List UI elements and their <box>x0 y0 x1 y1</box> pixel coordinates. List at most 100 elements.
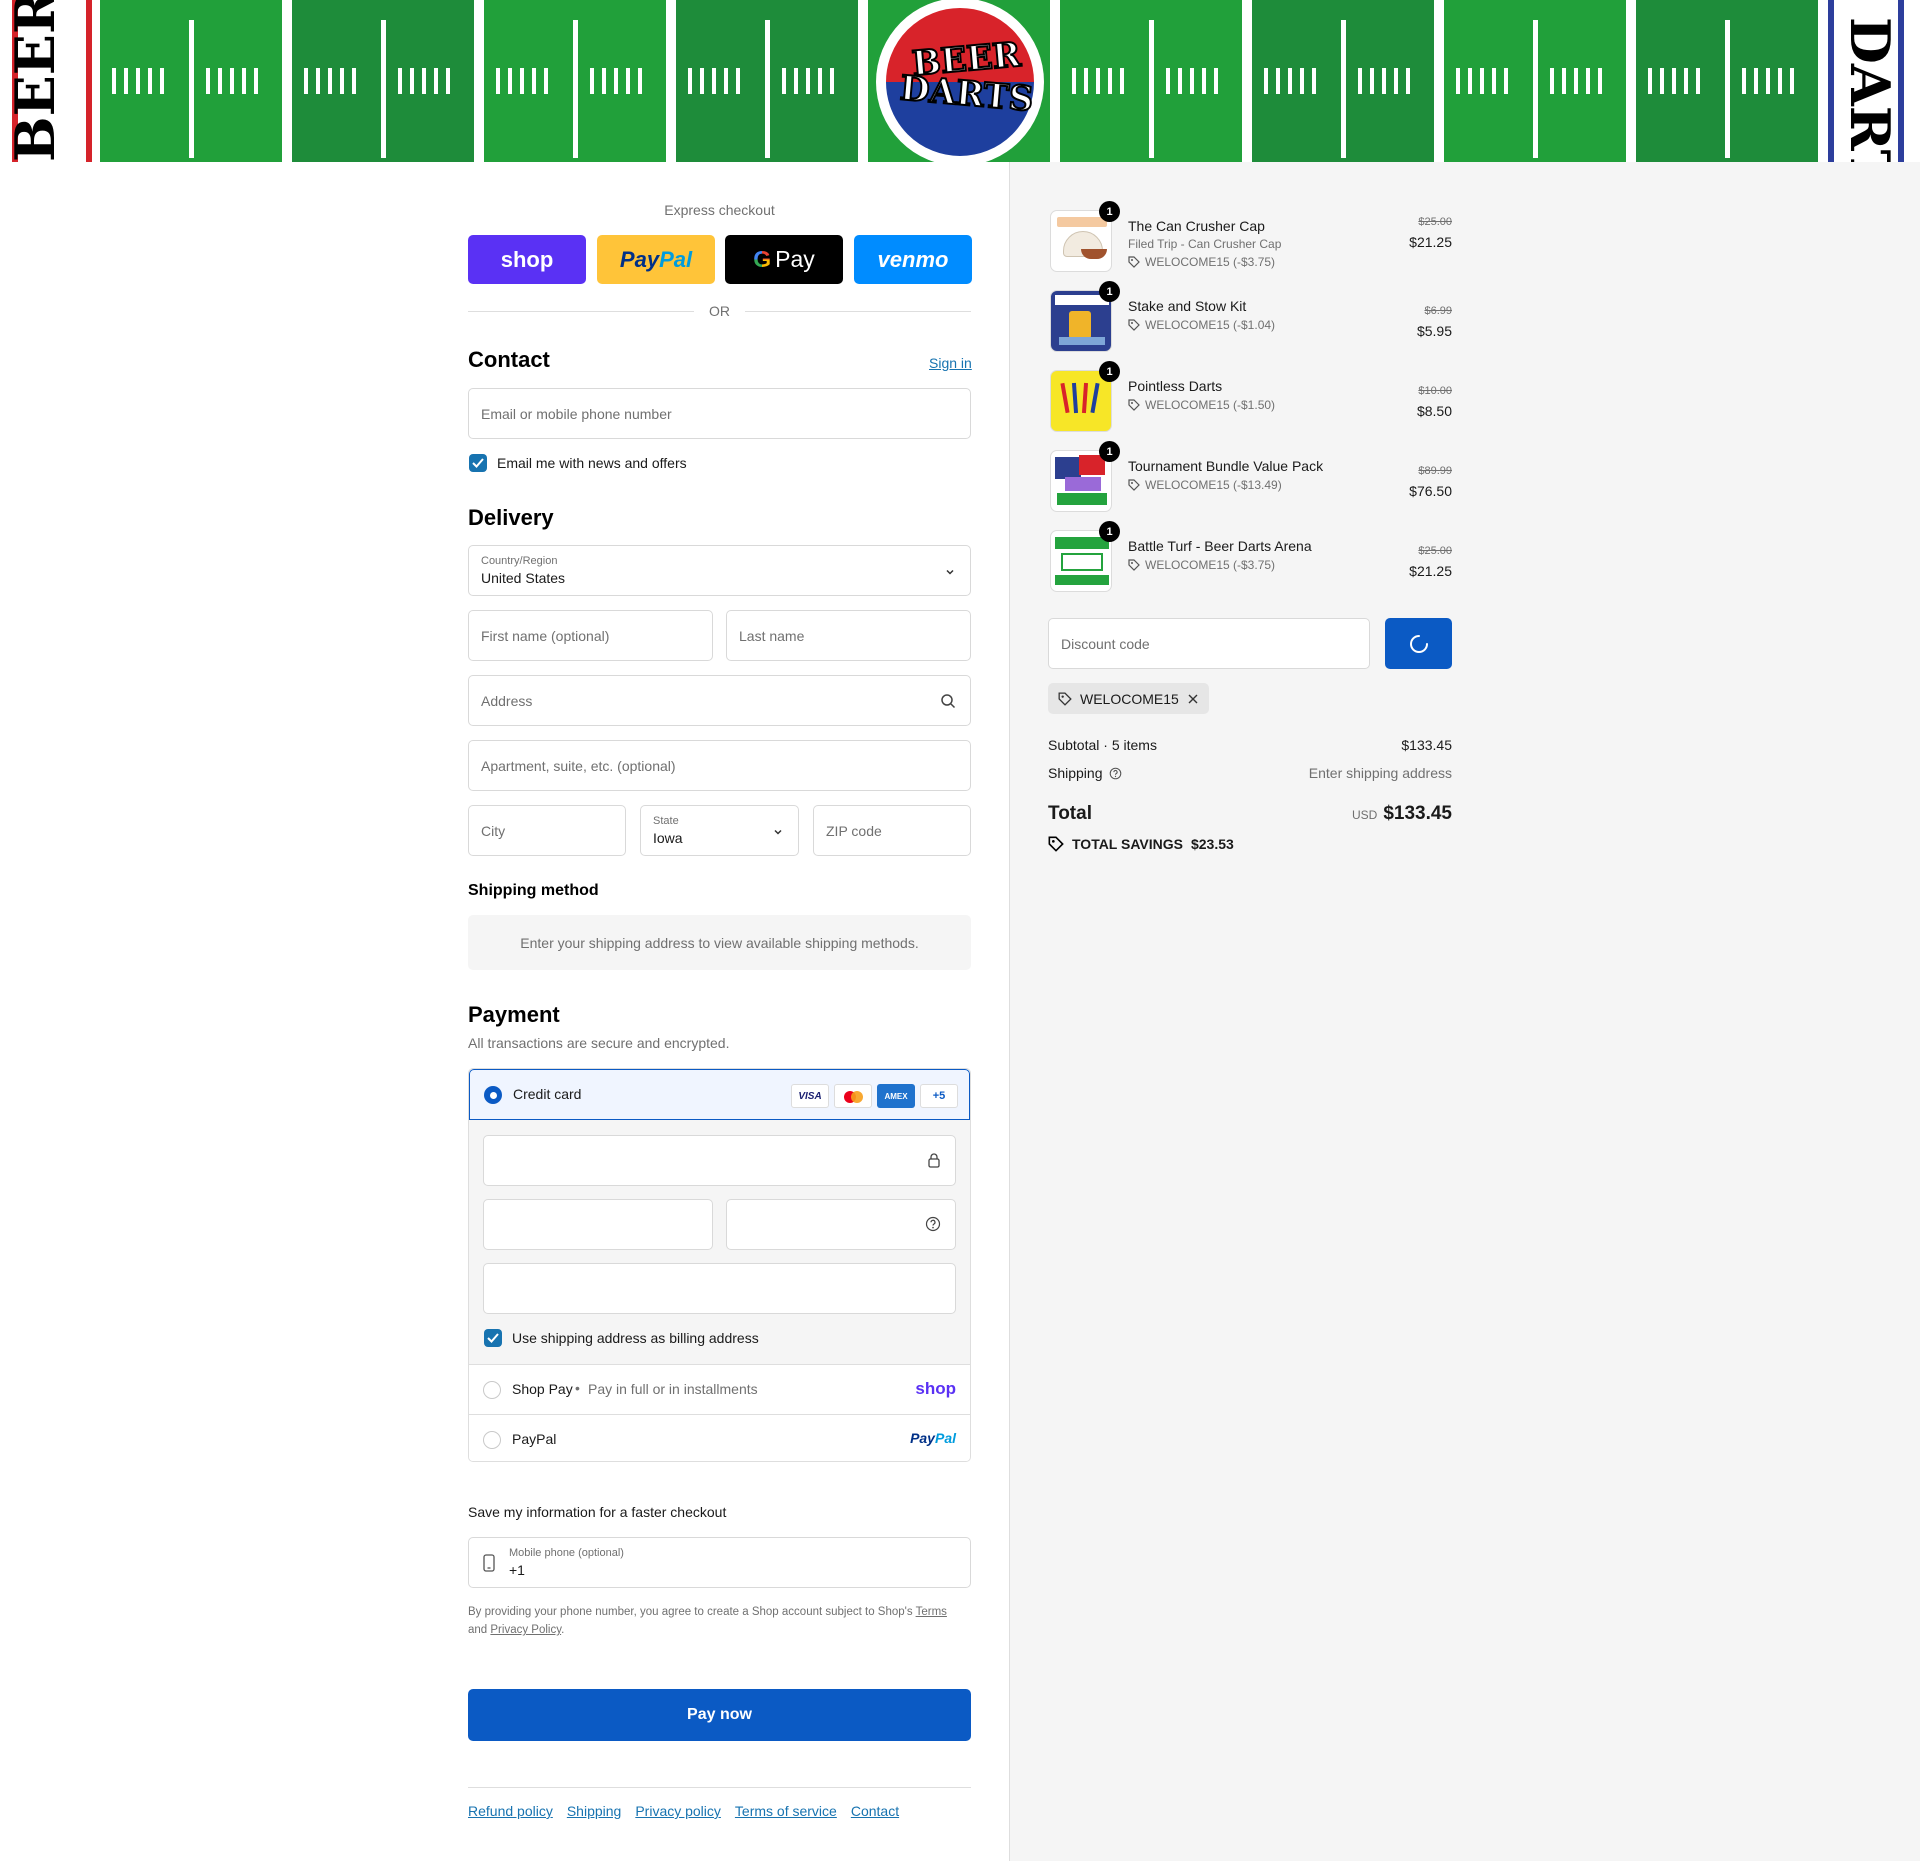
tag-icon <box>1128 399 1140 411</box>
shop-terms-link[interactable]: Terms <box>916 1606 947 1618</box>
cart-item: 1 Stake and Stow Kit WELOCOME15 (-$1.04)… <box>1048 281 1452 356</box>
shop-privacy-link[interactable]: Privacy Policy <box>490 1624 561 1636</box>
venmo-express-button[interactable]: venmo <box>854 235 972 284</box>
item-variant: Filed Trip - Can Crusher Cap <box>1128 237 1282 251</box>
mobile-phone-field[interactable]: Mobile phone (optional) +1 <box>468 1537 971 1588</box>
mastercard-icon <box>834 1084 872 1108</box>
legal-prefix: By providing your phone number, you agre… <box>468 1606 913 1618</box>
google-pay-express-button[interactable]: G Pay <box>725 235 843 284</box>
item-name: The Can Crusher Cap <box>1128 218 1265 234</box>
paypal-express-button[interactable]: Pay Pal <box>597 235 715 284</box>
amex-icon: AMEX <box>877 1084 915 1108</box>
item-old-price: $25.00 <box>1418 545 1452 557</box>
last-name-field[interactable]: Last name <box>726 610 971 661</box>
quantity-badge: 1 <box>1099 281 1120 302</box>
total-label: Total <box>1048 803 1092 824</box>
item-name: Pointless Darts <box>1128 378 1223 394</box>
paypal-logo-a: Pay <box>910 1430 935 1446</box>
legal-and: and <box>468 1624 488 1636</box>
first-name-field[interactable]: First name (optional) <box>468 610 713 661</box>
total-value: $133.45 <box>1383 803 1452 824</box>
chevron-down-icon <box>946 569 954 575</box>
loading-spinner-icon <box>1409 634 1428 653</box>
tag-icon <box>1128 479 1140 491</box>
phone-legal-text: By providing your phone number, you agre… <box>468 1603 971 1639</box>
country-select[interactable]: Country/Region United States <box>468 545 971 596</box>
delivery-heading: Delivery <box>468 505 554 530</box>
item-old-price: $10.00 <box>1418 385 1452 397</box>
apply-discount-button[interactable] <box>1385 618 1452 669</box>
shop-pay-option[interactable]: Shop Pay • Pay in full or in installment… <box>469 1364 970 1414</box>
item-discount-text: WELOCOME15 (-$1.50) <box>1145 398 1276 412</box>
shipping-value: Enter shipping address <box>1308 765 1452 781</box>
tag-icon <box>1128 559 1140 571</box>
phone-icon <box>483 1554 495 1572</box>
item-discount-text: WELOCOME15 (-$13.49) <box>1145 478 1282 492</box>
contact-heading: Contact <box>468 347 550 372</box>
pay-now-button[interactable]: Pay now <box>468 1689 971 1741</box>
item-old-price: $89.99 <box>1418 465 1452 477</box>
shipping-policy-link[interactable]: Shipping <box>567 1803 622 1819</box>
cart-item: 1 Tournament Bundle Value Pack WELOCOME1… <box>1048 441 1452 516</box>
shop-pay-radio[interactable] <box>483 1381 501 1399</box>
shipping-label: Shipping <box>1048 765 1103 781</box>
paypal-radio[interactable] <box>483 1431 501 1449</box>
terms-of-service-link[interactable]: Terms of service <box>735 1803 837 1819</box>
total-savings-label: TOTAL SAVINGS <box>1072 836 1183 852</box>
help-circle-icon[interactable] <box>1109 767 1122 780</box>
item-discount: WELOCOME15 (-$13.49) <box>1128 478 1282 492</box>
item-discount-text: WELOCOME15 (-$3.75) <box>1145 255 1276 269</box>
payment-methods: Credit card VISA AMEX +5 Use shipping ad… <box>468 1068 971 1462</box>
country-label: Country/Region <box>481 555 558 567</box>
item-price: $21.25 <box>1409 234 1452 250</box>
applied-discount-tag: WELOCOME15 <box>1048 683 1209 714</box>
help-circle-icon[interactable] <box>925 1216 941 1232</box>
city-placeholder: City <box>481 823 506 839</box>
email-field[interactable]: Email or mobile phone number <box>468 388 971 439</box>
first-name-placeholder: First name (optional) <box>481 628 610 644</box>
item-price: $8.50 <box>1416 403 1452 419</box>
subtotal-label: Subtotal · 5 items <box>1048 737 1157 753</box>
refund-policy-link[interactable]: Refund policy <box>468 1803 553 1819</box>
address-field[interactable]: Address <box>468 675 971 726</box>
item-discount: WELOCOME15 (-$1.50) <box>1128 398 1275 412</box>
last-name-placeholder: Last name <box>739 628 805 644</box>
shop-pay-express-button[interactable]: shop <box>468 235 586 284</box>
expiration-field[interactable] <box>483 1199 713 1250</box>
shop-pay-logo: shop <box>915 1379 956 1398</box>
more-cards-label: +5 <box>932 1090 946 1102</box>
zip-field[interactable]: ZIP code <box>813 805 971 856</box>
subtotal-value: $133.45 <box>1401 737 1452 753</box>
express-checkout-title: Express checkout <box>664 202 775 218</box>
paypal-option[interactable]: PayPal PayPal <box>469 1414 970 1461</box>
shop-pay-label: Shop Pay <box>512 1381 573 1397</box>
credit-card-radio[interactable] <box>484 1086 502 1104</box>
city-field[interactable]: City <box>468 805 626 856</box>
cart-item: 1 The Can Crusher Cap Filed Trip - Can C… <box>1048 201 1452 276</box>
quantity-badge: 1 <box>1099 361 1120 382</box>
news-label: Email me with news and offers <box>497 455 687 471</box>
header-banner: BEER DARTS BEER DARTS <box>0 0 1920 162</box>
item-name: Battle Turf - Beer Darts Arena <box>1128 538 1312 554</box>
close-icon[interactable] <box>1187 693 1199 705</box>
privacy-policy-link[interactable]: Privacy policy <box>635 1803 721 1819</box>
footer-divider <box>468 1787 971 1788</box>
security-code-field[interactable] <box>726 1199 956 1250</box>
discount-code-field[interactable]: Discount code <box>1048 618 1370 669</box>
billing-checkbox[interactable] <box>484 1329 502 1347</box>
item-name: Stake and Stow Kit <box>1128 298 1247 314</box>
discount-code-placeholder: Discount code <box>1061 636 1150 652</box>
tag-icon <box>1128 256 1140 268</box>
contact-link[interactable]: Contact <box>851 1803 899 1819</box>
more-cards-badge: +5 <box>920 1084 958 1108</box>
payment-heading: Payment <box>468 1002 560 1027</box>
apartment-field[interactable]: Apartment, suite, etc. (optional) <box>468 740 971 791</box>
card-number-field[interactable] <box>483 1135 956 1186</box>
credit-card-option[interactable]: Credit card VISA AMEX +5 <box>469 1069 970 1120</box>
sign-in-link[interactable]: Sign in <box>929 355 972 371</box>
state-select[interactable]: State Iowa <box>640 805 799 856</box>
total-savings: TOTAL SAVINGS $23.53 <box>1048 836 1234 852</box>
paypal-logo-b: Pal <box>934 1430 956 1446</box>
name-on-card-field[interactable] <box>483 1263 956 1314</box>
news-checkbox[interactable] <box>469 454 487 472</box>
